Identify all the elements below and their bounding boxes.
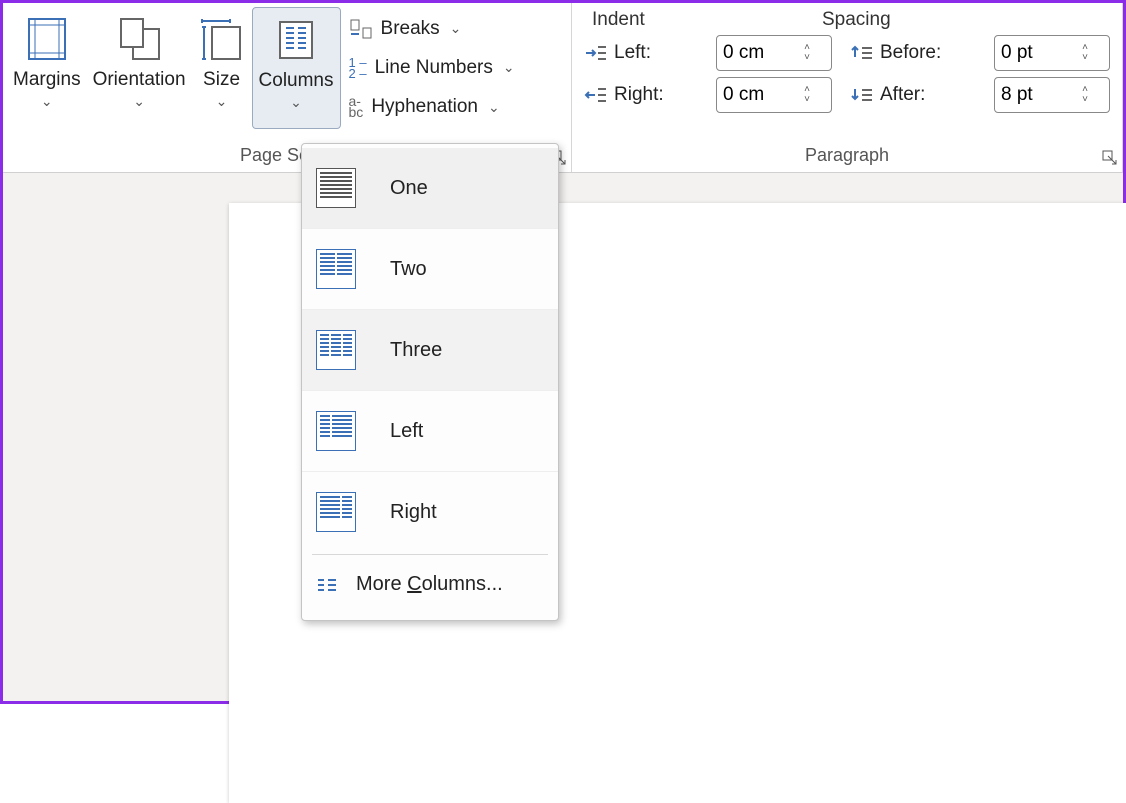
spacing-after-input[interactable]: ˄˅ [994, 77, 1110, 113]
orientation-button[interactable]: Orientation ⌄ [87, 7, 192, 129]
breaks-label: Breaks [381, 18, 440, 40]
size-label: Size [203, 69, 240, 91]
size-button[interactable]: Size ⌄ [192, 7, 252, 129]
columns-option-label: Three [390, 339, 442, 362]
columns-option-one[interactable]: One [302, 148, 558, 229]
down-arrow-icon[interactable]: ˅ [797, 95, 817, 105]
orientation-icon [113, 11, 165, 67]
chevron-down-icon: ⌄ [216, 93, 228, 110]
down-arrow-icon[interactable]: ˅ [1075, 95, 1095, 105]
columns-option-label: One [390, 177, 428, 200]
down-arrow-icon[interactable]: ˅ [1075, 53, 1095, 63]
columns-option-two[interactable]: Two [302, 229, 558, 310]
more-columns-label: More Columns... [356, 573, 503, 596]
line-numbers-label: Line Numbers [375, 57, 493, 79]
two-column-icon [316, 249, 356, 289]
margins-button[interactable]: Margins ⌄ [7, 7, 87, 129]
columns-option-label: Two [390, 258, 427, 281]
down-arrow-icon[interactable]: ˅ [797, 53, 817, 63]
document-area [3, 173, 1123, 701]
spacing-before-input[interactable]: ˄˅ [994, 35, 1110, 71]
columns-option-left[interactable]: Left [302, 391, 558, 472]
columns-button[interactable]: Columns ⌄ [252, 7, 341, 129]
chevron-down-icon: ⌄ [503, 59, 515, 76]
more-columns-icon [316, 577, 338, 593]
indent-left-icon [584, 43, 608, 63]
orientation-label: Orientation [93, 69, 186, 91]
three-column-icon [316, 330, 356, 370]
columns-dropdown: One Two Three Left Right More Columns.. [301, 143, 559, 621]
indent-right-label: Right: [614, 84, 710, 106]
breaks-button[interactable]: Breaks ⌄ [345, 9, 519, 48]
one-column-icon [316, 168, 356, 208]
spacing-before-label: Before: [880, 42, 988, 64]
columns-icon [274, 12, 318, 68]
chevron-down-icon: ⌄ [450, 20, 462, 37]
right-column-icon [316, 492, 356, 532]
chevron-down-icon: ⌄ [41, 93, 53, 110]
more-columns-button[interactable]: More Columns... [302, 557, 558, 616]
chevron-down-icon: ⌄ [290, 94, 302, 111]
left-column-icon [316, 411, 356, 451]
spacing-before-icon [850, 43, 874, 63]
hyphenation-icon: a-bc [349, 96, 364, 118]
indent-right-input[interactable]: ˄˅ [716, 77, 832, 113]
indent-header: Indent [592, 9, 822, 31]
margins-label: Margins [13, 69, 81, 91]
indent-right-icon [584, 85, 608, 105]
spacing-after-icon [850, 85, 874, 105]
indent-right-field[interactable] [717, 82, 797, 108]
indent-left-input[interactable]: ˄˅ [716, 35, 832, 71]
paragraph-group-label: Paragraph [584, 141, 1110, 172]
hyphenation-button[interactable]: a-bc Hyphenation ⌄ [345, 88, 519, 127]
spacing-before-field[interactable] [995, 40, 1075, 66]
hyphenation-label: Hyphenation [371, 96, 478, 118]
columns-option-three[interactable]: Three [302, 310, 558, 391]
chevron-down-icon: ⌄ [133, 93, 145, 110]
spacing-header: Spacing [822, 9, 891, 31]
spacing-after-label: After: [880, 84, 988, 106]
columns-label: Columns [259, 70, 334, 92]
margins-icon [23, 11, 71, 67]
menu-separator [312, 554, 548, 555]
line-numbers-icon: 1 –2 – [349, 57, 367, 79]
line-numbers-button[interactable]: 1 –2 – Line Numbers ⌄ [345, 48, 519, 87]
columns-option-right[interactable]: Right [302, 472, 558, 552]
size-icon [198, 11, 246, 67]
columns-option-label: Left [390, 420, 423, 443]
columns-option-label: Right [390, 501, 437, 524]
paragraph-launcher[interactable] [1102, 150, 1118, 166]
indent-left-field[interactable] [717, 40, 797, 66]
indent-left-label: Left: [614, 42, 710, 64]
spacing-after-field[interactable] [995, 82, 1075, 108]
chevron-down-icon: ⌄ [488, 99, 500, 116]
breaks-icon [349, 18, 373, 40]
